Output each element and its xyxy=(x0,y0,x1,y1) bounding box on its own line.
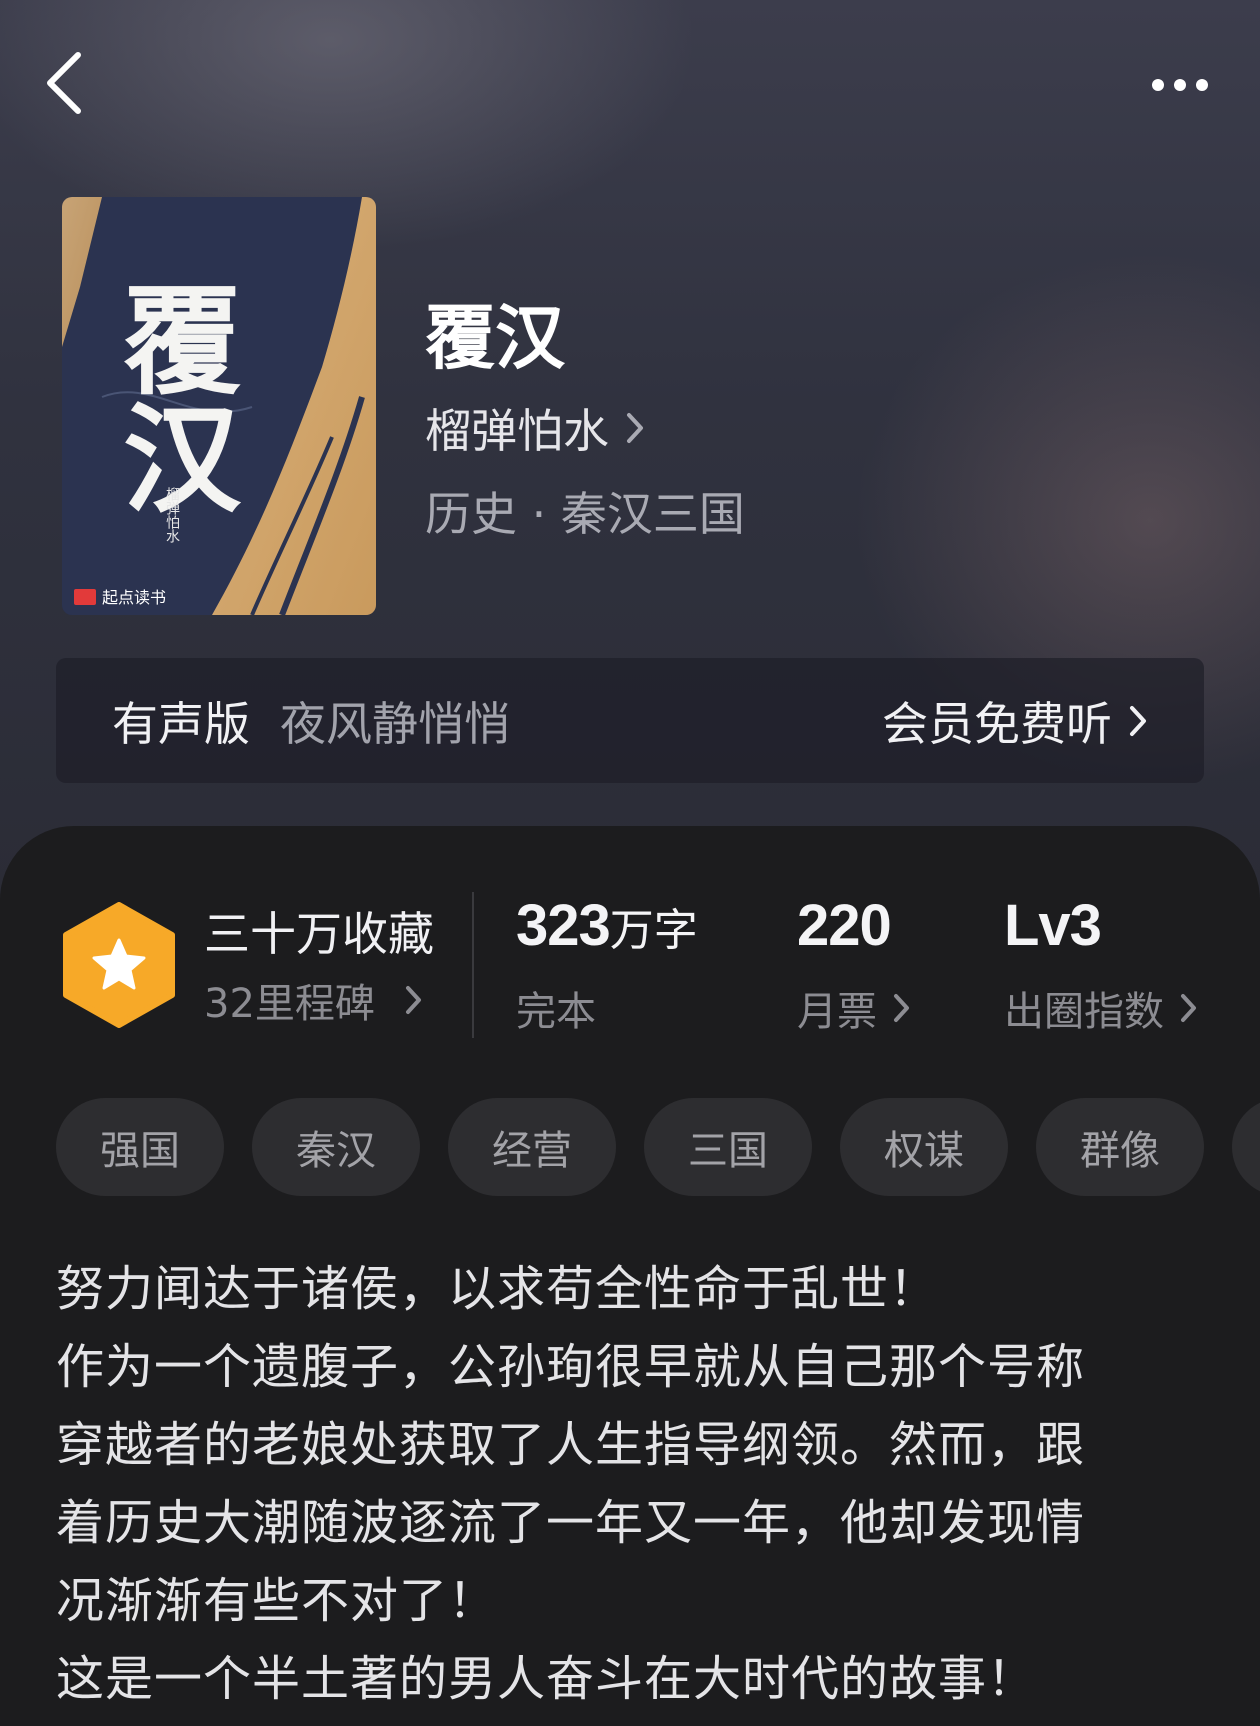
synopsis[interactable]: 努力闻达于诸侯，以求苟全性命于乱世！ 作为一个遗腹子，公孙珣很早就从自己那个号称… xyxy=(56,1250,1216,1718)
listen-free-label: 会员免费听 xyxy=(882,696,1112,751)
influence-label: 出圈指数 xyxy=(1004,989,1164,1035)
synopsis-line: 这是一个半土著的男人奋斗在大时代的故事！ xyxy=(56,1651,1037,1707)
milestone-link[interactable]: 32里程碑 xyxy=(204,971,423,1029)
cover-publisher: 起点读书 xyxy=(102,588,166,607)
book-cover[interactable]: 覆汉 榴弹怕水 起点读书 xyxy=(62,197,376,615)
word-count-unit: 万字 xyxy=(609,905,698,956)
author-name: 榴弹怕水 xyxy=(425,404,609,458)
synopsis-line: 努力闻达于诸侯，以求苟全性命于乱世！ xyxy=(56,1261,939,1317)
tag-chip[interactable]: 三国 xyxy=(644,1098,812,1196)
influence-stat[interactable]: Lv3 出圈指数 xyxy=(1004,892,1198,1037)
audio-narrator: 夜风静悄悄 xyxy=(280,696,510,751)
influence-value: Lv3 xyxy=(1004,893,1102,958)
stats-row: 三十万收藏 32里程碑 323万字 完本 220 月票 Lv3 出圈指数 xyxy=(0,826,1260,1066)
synopsis-line: 穿越者的老娘处获取了人生指导纲领。然而，跟 xyxy=(56,1417,1086,1473)
more-dot xyxy=(1174,79,1186,91)
author-link[interactable]: 榴弹怕水 xyxy=(425,395,645,461)
chevron-left-icon xyxy=(47,52,81,114)
chevron-right-icon xyxy=(1181,994,1196,1022)
status-label: 完本 xyxy=(516,989,596,1035)
synopsis-line: 况渐渐有些不对了！ xyxy=(56,1573,498,1629)
more-options-button[interactable] xyxy=(1135,60,1225,110)
monthly-tickets-value: 220 xyxy=(797,893,892,958)
top-bar xyxy=(0,0,1260,170)
tag-list: 强国 秦汉 经营 三国 权谋 群像 xyxy=(56,1098,1260,1196)
chevron-right-icon xyxy=(627,413,643,443)
monthly-tickets-label: 月票 xyxy=(797,989,877,1035)
book-detail-panel: 三十万收藏 32里程碑 323万字 完本 220 月票 Lv3 出圈指数 强国 … xyxy=(0,826,1260,1726)
word-count-stat: 323万字 完本 xyxy=(516,892,698,1037)
collection-count: 三十万收藏 xyxy=(204,907,434,961)
synopsis-line: 着历史大潮随波逐流了一年又一年，他却发现情 xyxy=(56,1495,1086,1551)
chevron-right-icon xyxy=(405,986,421,1014)
stats-divider xyxy=(472,892,474,1038)
chevron-right-icon xyxy=(1130,705,1146,736)
book-title: 覆汉 xyxy=(425,296,565,379)
audio-label: 有声版 xyxy=(112,696,250,751)
more-dots-icon xyxy=(1152,79,1164,91)
book-category: 历史 · 秦汉三国 xyxy=(425,487,745,541)
monthly-tickets-stat[interactable]: 220 月票 xyxy=(797,892,911,1037)
chevron-right-icon xyxy=(894,994,909,1022)
tag-chip-overflow[interactable] xyxy=(1232,1098,1260,1196)
more-dot xyxy=(1196,79,1208,91)
milestone-label: 32里程碑 xyxy=(204,981,375,1027)
cover-art: 覆汉 榴弹怕水 起点读书 xyxy=(62,197,376,615)
star-badge-icon xyxy=(63,902,175,1028)
tag-chip[interactable]: 秦汉 xyxy=(252,1098,420,1196)
tag-chip[interactable]: 群像 xyxy=(1036,1098,1204,1196)
cover-author: 榴弹怕水 xyxy=(164,487,180,543)
cover-title: 覆汉 xyxy=(103,279,242,515)
tag-chip[interactable]: 强国 xyxy=(56,1098,224,1196)
audio-version-bar[interactable]: 有声版 夜风静悄悄 会员免费听 xyxy=(56,658,1204,783)
word-count-value: 323 xyxy=(516,893,611,958)
tag-chip[interactable]: 经营 xyxy=(448,1098,616,1196)
back-button[interactable] xyxy=(34,48,94,118)
synopsis-line: 作为一个遗腹子，公孙珣很早就从自己那个号称 xyxy=(56,1339,1086,1395)
listen-free-button[interactable]: 会员免费听 xyxy=(882,688,1148,754)
tag-chip[interactable]: 权谋 xyxy=(840,1098,1008,1196)
